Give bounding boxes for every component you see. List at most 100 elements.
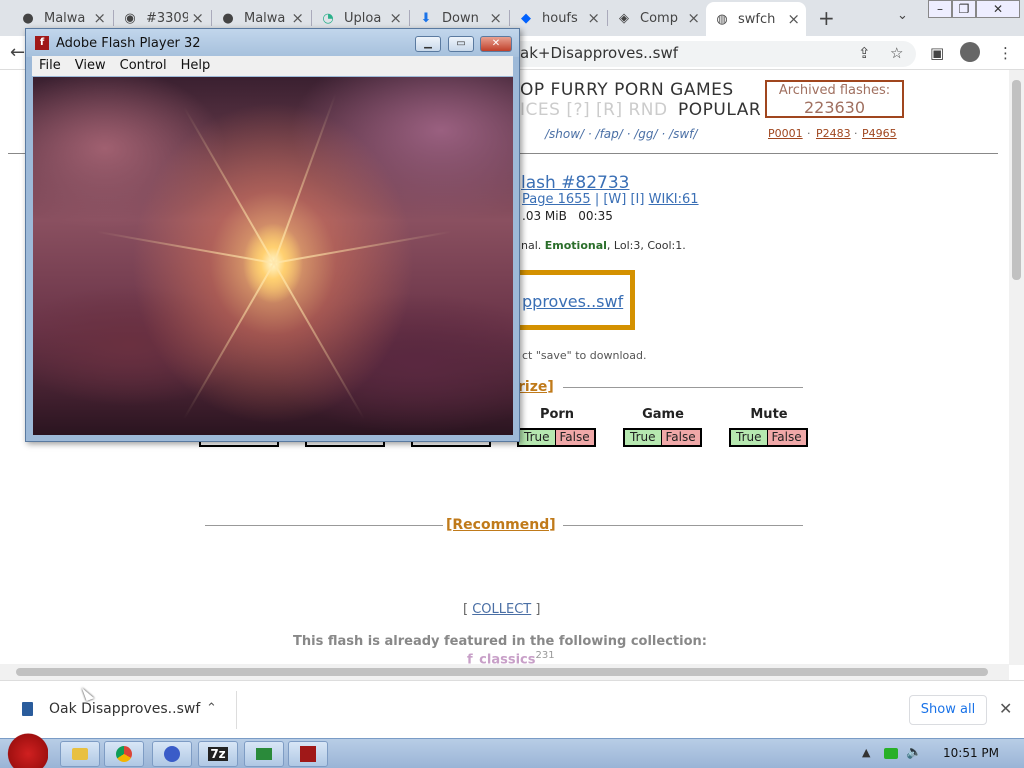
- chevron-up-icon[interactable]: ⌃: [206, 701, 217, 716]
- volume-icon[interactable]: 🔈: [906, 745, 922, 760]
- share-icon[interactable]: ⇪: [858, 44, 871, 62]
- close-icon[interactable]: ×: [191, 9, 204, 27]
- close-icon[interactable]: ×: [389, 9, 402, 27]
- download-swf-link[interactable]: pproves..swf: [522, 292, 623, 311]
- vote-true-button[interactable]: True: [625, 430, 662, 445]
- bookmark-star-icon[interactable]: ☆: [890, 44, 903, 62]
- vote-false-button[interactable]: False: [767, 430, 806, 445]
- profile-avatar[interactable]: [960, 42, 980, 62]
- show-all-button[interactable]: Show all: [909, 695, 987, 725]
- collect-link-wrapper: [ COLLECT ]: [463, 602, 540, 617]
- menu-view[interactable]: View: [68, 56, 113, 76]
- nav-row-2-faded[interactable]: ICES [?] [R] RND: [520, 100, 668, 120]
- tab-6[interactable]: ◈ Comp ×: [608, 4, 706, 32]
- close-icon[interactable]: ×: [489, 9, 502, 27]
- flash-player-window[interactable]: f Adobe Flash Player 32 ▁ ▭ ✕ File View …: [25, 28, 520, 442]
- wiki-link[interactable]: WIKI:61: [649, 192, 699, 207]
- tab-title: Uploa: [344, 10, 382, 26]
- download-filename: Oak Disapproves..swf: [49, 701, 201, 717]
- window-minimize-button[interactable]: –: [928, 0, 952, 18]
- download-item[interactable]: Oak Disapproves..swf: [22, 701, 200, 717]
- close-icon[interactable]: ×: [587, 9, 600, 27]
- close-icon[interactable]: ×: [291, 9, 304, 27]
- vote-header-porn: Porn: [539, 407, 575, 422]
- archive-count: 223630: [803, 98, 866, 117]
- box-icon[interactable]: [244, 741, 284, 767]
- tab-title: Malwa: [244, 10, 286, 26]
- downloads-bar: Oak Disapproves..swf ⌃ Show all ✕: [0, 680, 1024, 738]
- horizontal-scrollbar[interactable]: [0, 664, 1009, 680]
- page-number-link[interactable]: Page 1655: [522, 192, 591, 207]
- vertical-scrollbar[interactable]: [1009, 70, 1024, 665]
- issue-icon: ◉: [124, 10, 136, 26]
- tab-title: #3309: [146, 10, 188, 26]
- folder-icon[interactable]: [60, 741, 100, 767]
- tag-emotional: Emotional: [544, 239, 607, 252]
- section-line: [205, 525, 443, 526]
- tab-search-chevron-icon[interactable]: ⌄: [897, 8, 908, 23]
- flash-icon[interactable]: [288, 741, 328, 767]
- window-restore-button[interactable]: ❐: [952, 0, 976, 18]
- menu-file[interactable]: File: [32, 56, 68, 76]
- board-links[interactable]: /show/ · /fap/ · /gg/ · /swf/: [545, 127, 697, 141]
- vote-false-button[interactable]: False: [555, 430, 594, 445]
- meta-separator[interactable]: | [W] [I]: [591, 192, 649, 207]
- flash-content-canvas[interactable]: [33, 77, 513, 435]
- flash-title-link[interactable]: lash #82733: [521, 173, 630, 193]
- save-hint: ct "save" to download.: [522, 349, 647, 362]
- collect-link[interactable]: COLLECT: [472, 602, 531, 617]
- new-tab-button[interactable]: +: [818, 6, 835, 30]
- start-button-icon[interactable]: [4, 731, 48, 768]
- tray-expand-icon[interactable]: ▲: [862, 746, 870, 759]
- file-size-line: .03 MiB 00:35: [522, 209, 613, 223]
- nav-popular-link[interactable]: POPULAR: [678, 100, 761, 120]
- flash-titlebar[interactable]: f Adobe Flash Player 32 ▁ ▭ ✕: [26, 29, 519, 57]
- close-icon[interactable]: ×: [93, 9, 106, 27]
- vote-pair-porn: True False: [517, 428, 596, 447]
- address-text: ak+Disapproves..swf: [520, 44, 679, 62]
- upload-icon: ◔: [322, 10, 334, 26]
- light-ray: [183, 106, 275, 264]
- window-close-button[interactable]: ✕: [976, 0, 1020, 18]
- tab-7-active[interactable]: ◍ swfch ×: [706, 2, 806, 36]
- scrollbar-thumb[interactable]: [16, 668, 988, 676]
- back-arrow-icon[interactable]: ←: [10, 42, 25, 63]
- tab-title: houfs: [542, 10, 578, 26]
- menu-control[interactable]: Control: [113, 56, 174, 76]
- page-link-p0001[interactable]: P0001: [768, 127, 803, 140]
- categorize-title[interactable]: rize]: [518, 379, 554, 395]
- archive-label: Archived flashes:: [778, 83, 891, 98]
- nav-row-1[interactable]: OP FURRY PORN GAMES: [520, 80, 734, 100]
- tab-5[interactable]: ◆ houfs ×: [510, 4, 606, 32]
- clock[interactable]: 10:51 PM: [943, 746, 999, 760]
- flash-app-icon: f: [35, 36, 49, 50]
- flash-window-title: Adobe Flash Player 32: [56, 36, 201, 51]
- recommend-title[interactable]: [Recommend]: [446, 517, 556, 533]
- page-link-p2483[interactable]: P2483: [816, 127, 851, 140]
- page-link-p4965[interactable]: P4965: [862, 127, 897, 140]
- chrome-icon[interactable]: [104, 741, 144, 767]
- close-icon[interactable]: ✕: [999, 699, 1012, 718]
- scrollbar-thumb[interactable]: [1012, 80, 1021, 280]
- menu-help[interactable]: Help: [174, 56, 218, 76]
- close-icon[interactable]: ×: [687, 9, 700, 27]
- close-button[interactable]: ✕: [480, 36, 512, 52]
- vote-pair-mute: True False: [729, 428, 808, 447]
- github-icon: ●: [222, 10, 234, 26]
- close-icon[interactable]: ×: [787, 10, 800, 28]
- minimize-button[interactable]: ▁: [415, 36, 441, 52]
- tags-suffix: , Lol:3, Cool:1.: [606, 239, 686, 252]
- vote-true-button[interactable]: True: [731, 430, 768, 445]
- vote-true-button[interactable]: True: [519, 430, 556, 445]
- media-icon[interactable]: [152, 741, 192, 767]
- maximize-button[interactable]: ▭: [448, 36, 474, 52]
- more-menu-icon[interactable]: ⋮: [998, 44, 1013, 62]
- 7zip-icon[interactable]: 7z: [198, 741, 238, 767]
- tags-prefix: nal.: [521, 239, 545, 252]
- collection-f-classics[interactable]: f_classics231: [467, 650, 555, 665]
- vote-false-button[interactable]: False: [661, 430, 700, 445]
- side-panel-icon[interactable]: ▣: [930, 44, 944, 62]
- network-icon[interactable]: [884, 748, 898, 759]
- 7zip-label: 7z: [208, 747, 228, 761]
- link-separator: ·: [854, 127, 858, 140]
